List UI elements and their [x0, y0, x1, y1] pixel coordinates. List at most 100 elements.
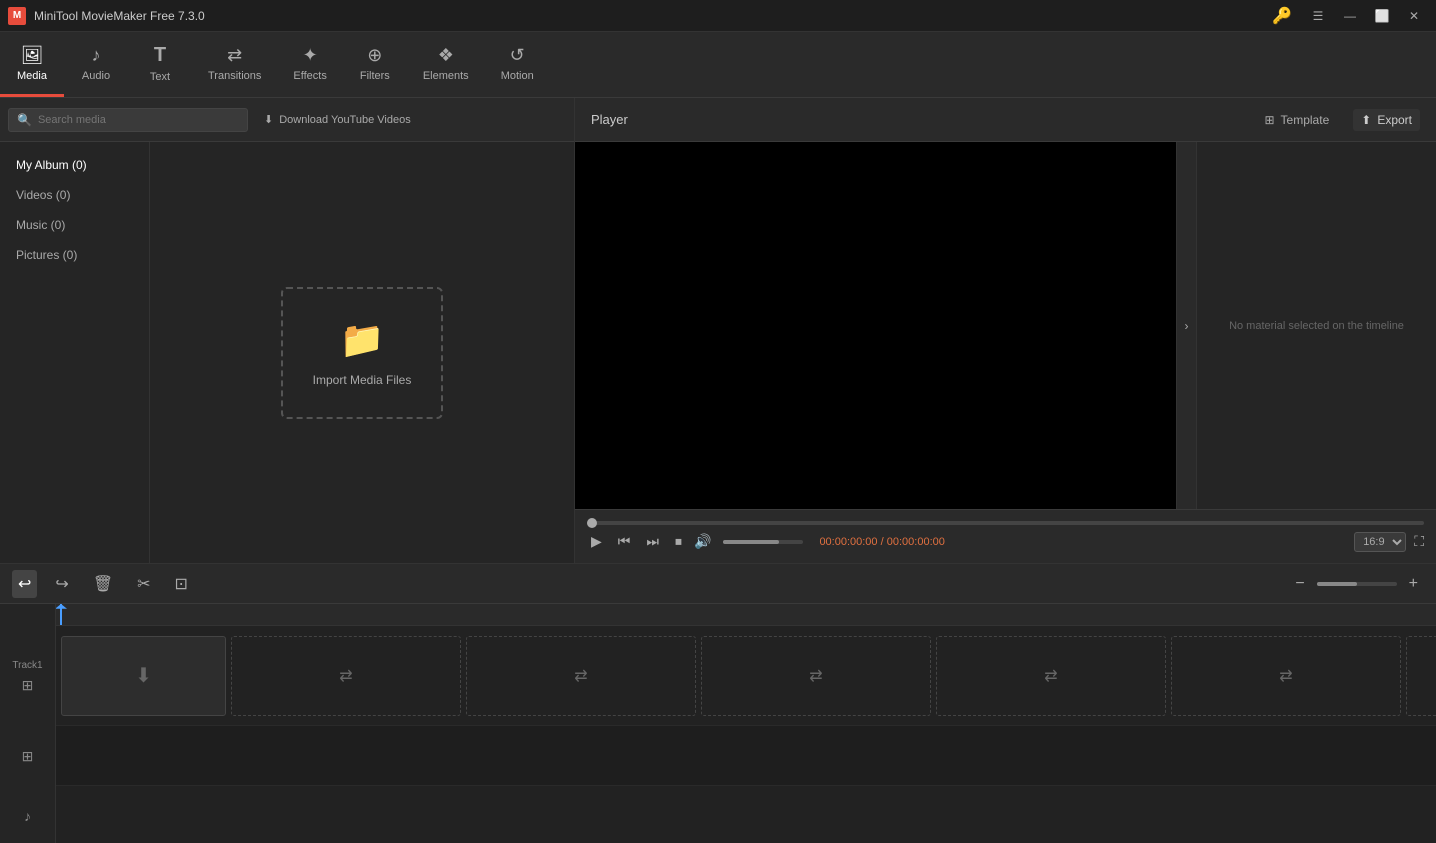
main-toolbar: 🖼 Media ♪ Audio T Text ⇄ Transitions ✦ E… — [0, 32, 1436, 98]
transition-icon-1: ⇄ — [339, 666, 352, 686]
app-title: MiniTool MovieMaker Free 7.3.0 — [34, 9, 1272, 23]
restore-button[interactable]: ⬜ — [1368, 6, 1396, 26]
zoom-in-button[interactable]: + — [1403, 571, 1424, 597]
transition-slot-2[interactable]: ⇄ — [466, 636, 696, 716]
text-icon: T — [154, 44, 166, 67]
track1-name: Track1 — [8, 658, 46, 673]
track2-row — [56, 726, 1436, 786]
motion-icon: ↺ — [510, 45, 525, 66]
video-track-row: ⬇ ⇄ ⇄ ⇄ ⇄ ⇄ ⇄ — [56, 626, 1436, 726]
stop-button[interactable]: ⏹ — [671, 531, 686, 552]
toolbar-elements[interactable]: ❖ Elements — [407, 32, 485, 97]
timeline-tracks: ⬇ ⇄ ⇄ ⇄ ⇄ ⇄ ⇄ — [56, 604, 1436, 843]
skip-forward-button[interactable]: ⏭ — [642, 531, 663, 552]
transition-icon-4: ⇄ — [1044, 666, 1057, 686]
timeline-toolbar: ↩ ↪ 🗑 ✂ ⊡ − + — [0, 564, 1436, 604]
toolbar-effects[interactable]: ✦ Effects — [277, 32, 342, 97]
download-label: Download YouTube Videos — [279, 114, 411, 126]
filters-icon: ⊕ — [367, 45, 382, 66]
effects-icon: ✦ — [303, 45, 318, 66]
sidebar-item-videos[interactable]: Videos (0) — [0, 180, 149, 210]
left-panel: 🔍 ⬇ Download YouTube Videos My Album (0)… — [0, 98, 575, 563]
zoom-slider[interactable] — [1317, 582, 1397, 586]
properties-toggle-button[interactable]: › — [1176, 142, 1196, 509]
properties-empty-text: No material selected on the timeline — [1229, 320, 1404, 332]
transition-slot-4[interactable]: ⇄ — [936, 636, 1166, 716]
export-button[interactable]: ⬆ Export — [1353, 109, 1420, 131]
toolbar-transitions[interactable]: ⇄ Transitions — [192, 32, 277, 97]
play-button[interactable]: ▶ — [587, 531, 606, 552]
transition-slot-3[interactable]: ⇄ — [701, 636, 931, 716]
time-display: 00:00:00:00 / 00:00:00:00 — [819, 536, 1346, 548]
filters-label: Filters — [360, 70, 390, 82]
playback-timeline[interactable] — [587, 521, 1424, 525]
redo-button[interactable]: ↪ — [49, 570, 74, 598]
cut-button[interactable]: ✂ — [131, 570, 156, 598]
import-label: Import Media Files — [313, 373, 412, 387]
track3-label: ♪ — [0, 786, 55, 843]
clip-download-icon: ⬇ — [135, 663, 152, 688]
close-button[interactable]: ✕ — [1400, 6, 1428, 26]
volume-icon: 🔊 — [694, 533, 711, 550]
audio-icon: ♪ — [92, 45, 101, 66]
left-content: My Album (0) Videos (0) Music (0) Pictur… — [0, 142, 574, 563]
ruler-label — [0, 604, 55, 626]
download-youtube-button[interactable]: ⬇ Download YouTube Videos — [256, 109, 419, 130]
fullscreen-button[interactable]: ⛶ — [1414, 533, 1424, 550]
sidebar-item-pictures[interactable]: Pictures (0) — [0, 240, 149, 270]
track1-icon: ⊞ — [22, 677, 34, 694]
playhead-marker — [56, 604, 67, 616]
import-icon: 📁 — [340, 319, 385, 361]
player-header-right: ⊞ Template ⬆ Export — [1256, 109, 1420, 131]
toolbar-audio[interactable]: ♪ Audio — [64, 32, 128, 97]
volume-slider[interactable] — [723, 540, 803, 544]
elements-label: Elements — [423, 70, 469, 82]
transitions-label: Transitions — [208, 70, 261, 82]
timeline-zoom: − + — [1289, 571, 1424, 597]
audio-track-icon: ♪ — [24, 808, 31, 824]
search-input[interactable] — [38, 114, 239, 126]
skip-back-button[interactable]: ⏮ — [614, 531, 635, 552]
transition-slot-6[interactable]: ⇄ — [1406, 636, 1436, 716]
video-clip[interactable]: ⬇ — [61, 636, 226, 716]
app-icon: M — [8, 7, 26, 25]
crop-button[interactable]: ⊡ — [169, 570, 194, 598]
transition-slot-5[interactable]: ⇄ — [1171, 636, 1401, 716]
zoom-fill — [1317, 582, 1357, 586]
aspect-ratio-select[interactable]: 16:9 9:16 4:3 1:1 — [1354, 532, 1406, 552]
timeline-labels: Track1 ⊞ ⊞ ♪ + — [0, 604, 56, 843]
toolbar-text[interactable]: T Text — [128, 32, 192, 97]
right-panel: Player ⊞ Template ⬆ Export › No material… — [575, 98, 1436, 563]
template-button[interactable]: ⊞ Template — [1256, 109, 1337, 131]
undo-button[interactable]: ↩ — [12, 570, 37, 598]
properties-panel: No material selected on the timeline — [1196, 142, 1436, 509]
premium-icon[interactable]: 🔑 — [1272, 6, 1292, 26]
toolbar-media[interactable]: 🖼 Media — [0, 32, 64, 97]
playback-thumb[interactable] — [587, 518, 597, 528]
transition-slot-1[interactable]: ⇄ — [231, 636, 461, 716]
transition-icon-3: ⇄ — [809, 666, 822, 686]
audio-label: Audio — [82, 70, 110, 82]
transitions-icon: ⇄ — [227, 45, 242, 66]
media-icon: 🖼 — [21, 45, 44, 66]
export-label: Export — [1377, 113, 1412, 127]
search-box[interactable]: 🔍 — [8, 108, 248, 132]
minimize-button[interactable]: — — [1336, 6, 1364, 26]
track2-label: ⊞ — [0, 726, 55, 786]
menu-button[interactable]: ☰ — [1304, 6, 1332, 26]
left-toolbar: 🔍 ⬇ Download YouTube Videos — [0, 98, 574, 142]
toolbar-filters[interactable]: ⊕ Filters — [343, 32, 407, 97]
sidebar-item-music[interactable]: Music (0) — [0, 210, 149, 240]
titlebar: M MiniTool MovieMaker Free 7.3.0 🔑 ☰ — ⬜… — [0, 0, 1436, 32]
transition-icon-2: ⇄ — [574, 666, 587, 686]
text-label: Text — [150, 71, 170, 83]
toolbar-motion[interactable]: ↺ Motion — [485, 32, 550, 97]
export-icon: ⬆ — [1361, 113, 1371, 127]
zoom-out-button[interactable]: − — [1289, 571, 1310, 597]
import-media-box[interactable]: 📁 Import Media Files — [281, 287, 444, 419]
download-icon: ⬇ — [264, 113, 273, 126]
delete-button[interactable]: 🗑 — [87, 570, 119, 598]
sidebar-item-my-album[interactable]: My Album (0) — [0, 150, 149, 180]
video-area: › No material selected on the timeline — [575, 142, 1436, 509]
playhead — [60, 604, 62, 625]
